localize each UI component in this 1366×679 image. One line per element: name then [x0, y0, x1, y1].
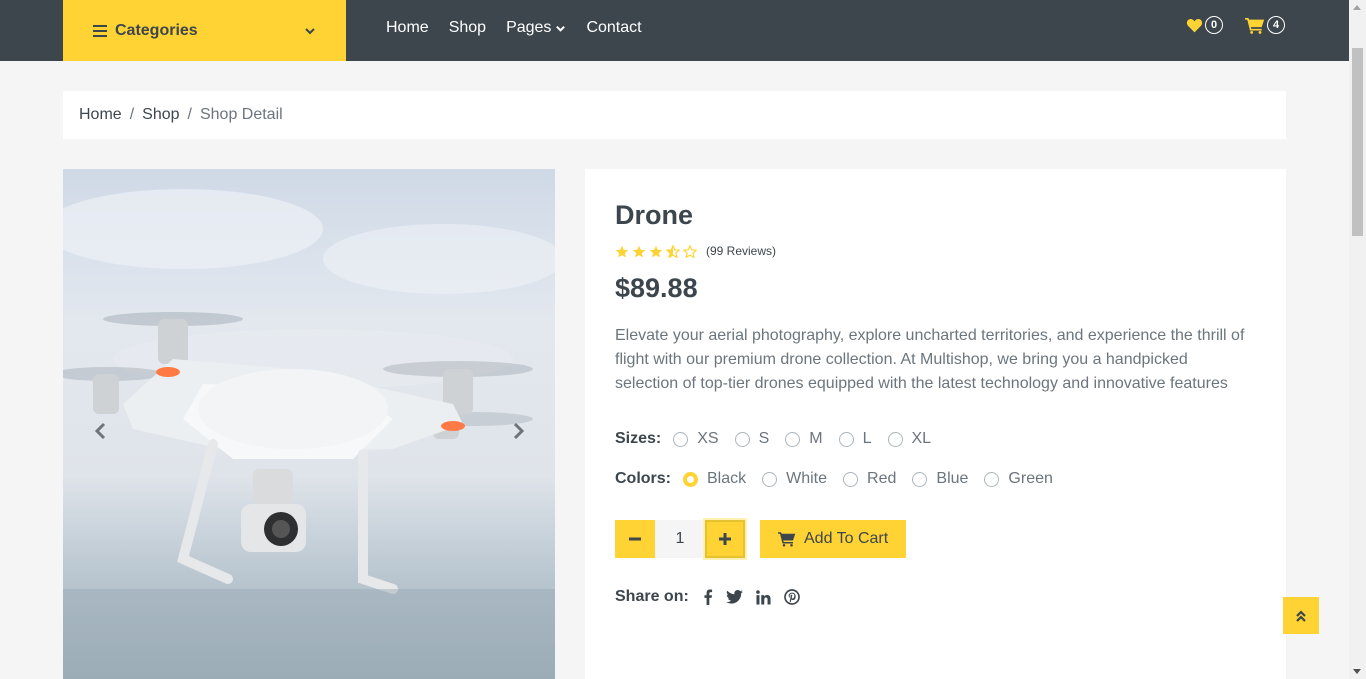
- color-label: Blue: [936, 470, 969, 487]
- shopping-cart-icon: [778, 532, 796, 547]
- product-title: Drone: [615, 200, 694, 230]
- star-half-icon: [666, 244, 680, 258]
- breadcrumb-separator: /: [129, 106, 135, 123]
- colors-row: Colors: Black White Red Blue Green: [615, 459, 1256, 499]
- size-option-l[interactable]: L: [838, 430, 872, 448]
- size-option-xl[interactable]: XL: [887, 430, 932, 448]
- product-details: Drone (99 Reviews) $89.88 Elevate your a…: [585, 169, 1286, 679]
- size-option-s[interactable]: S: [734, 430, 770, 448]
- color-label: Green: [1008, 470, 1053, 487]
- product-price: $89.88: [615, 273, 698, 303]
- back-to-top-button[interactable]: [1283, 597, 1319, 634]
- star-full-icon: [632, 245, 646, 257]
- radio-button[interactable]: [785, 431, 801, 447]
- product-description: Elevate your aerial photography, explore…: [615, 327, 1245, 392]
- size-label: M: [809, 430, 823, 447]
- nav-link-shop[interactable]: Shop: [449, 19, 486, 37]
- star-full-icon: [615, 245, 629, 257]
- quantity-row: Add To Cart: [615, 518, 1256, 560]
- radio-button-checked[interactable]: [683, 471, 698, 487]
- nav-link-home[interactable]: Home: [386, 19, 429, 37]
- linkedin-icon[interactable]: [755, 589, 771, 605]
- wishlist-link[interactable]: 0: [1186, 16, 1223, 34]
- product-rating: (99 Reviews): [615, 244, 1256, 258]
- cart-link[interactable]: 4: [1245, 16, 1285, 34]
- radio-button[interactable]: [843, 471, 859, 487]
- twitter-icon[interactable]: [725, 590, 743, 604]
- color-label: White: [786, 470, 828, 487]
- color-option-red[interactable]: Red: [843, 470, 896, 488]
- radio-button[interactable]: [887, 431, 903, 447]
- size-option-xs[interactable]: XS: [673, 430, 719, 448]
- add-to-cart-button[interactable]: Add To Cart: [760, 520, 907, 558]
- rating-stars: [615, 244, 700, 258]
- chevron-down-icon: [305, 27, 315, 34]
- quantity-decrease-button[interactable]: [615, 520, 655, 558]
- star-full-icon: [649, 245, 663, 257]
- chevron-down-icon: [556, 25, 566, 32]
- color-option-green[interactable]: Green: [984, 470, 1053, 488]
- minus-icon: [629, 537, 641, 541]
- color-label: Red: [867, 470, 897, 487]
- add-to-cart-label: Add To Cart: [804, 530, 889, 547]
- scroll-down-arrow-icon[interactable]: [1353, 669, 1361, 674]
- double-chevron-up-icon: [1296, 609, 1306, 622]
- sizes-row: Sizes: XS S M L XL: [615, 419, 1256, 459]
- radio-button[interactable]: [762, 471, 778, 487]
- radio-button[interactable]: [734, 431, 750, 447]
- quantity-increase-button[interactable]: [703, 518, 747, 560]
- categories-label: Categories: [115, 21, 198, 39]
- product-image-carousel: [63, 169, 555, 679]
- facebook-icon[interactable]: [703, 589, 713, 605]
- navbar: Categories Home Shop Pages Contact 0 4: [0, 0, 1349, 61]
- scrollbar-thumb[interactable]: [1352, 48, 1363, 236]
- menu-bars-icon: [93, 24, 107, 37]
- cart-count-badge: 4: [1267, 16, 1285, 34]
- review-count: (99 Reviews): [706, 244, 777, 258]
- plus-icon: [719, 533, 731, 545]
- share-label: Share on:: [615, 588, 689, 605]
- color-option-blue[interactable]: Blue: [912, 470, 968, 488]
- colors-label: Colors:: [615, 470, 671, 487]
- pinterest-icon[interactable]: [783, 589, 800, 605]
- color-option-black[interactable]: Black: [683, 470, 746, 488]
- carousel-next-icon[interactable]: [508, 421, 528, 441]
- categories-button[interactable]: Categories: [63, 0, 346, 61]
- breadcrumb-separator: /: [187, 106, 192, 123]
- scroll-up-arrow-icon[interactable]: [1353, 5, 1361, 10]
- shopping-cart-icon: [1245, 17, 1265, 34]
- nav-link-pages-label: Pages: [506, 19, 552, 36]
- heart-icon: [1186, 18, 1203, 32]
- breadcrumb-shop[interactable]: Shop: [142, 106, 179, 124]
- nav-link-contact[interactable]: Contact: [586, 19, 641, 37]
- radio-button[interactable]: [984, 471, 1000, 487]
- radio-button[interactable]: [673, 431, 689, 447]
- page-scrollbar[interactable]: [1349, 0, 1366, 679]
- star-empty-icon: [683, 244, 697, 258]
- breadcrumb: Home / Shop / Shop Detail: [63, 91, 1286, 139]
- wishlist-count-badge: 0: [1205, 16, 1223, 34]
- size-label: S: [758, 430, 770, 447]
- nav-link-pages[interactable]: Pages: [506, 19, 566, 37]
- size-label: XS: [697, 430, 719, 447]
- color-option-white[interactable]: White: [762, 470, 827, 488]
- size-label: XL: [911, 430, 932, 447]
- drone-product-image: [63, 189, 555, 679]
- size-option-m[interactable]: M: [785, 430, 823, 448]
- quantity-input[interactable]: [655, 520, 705, 558]
- carousel-prev-icon[interactable]: [91, 421, 111, 441]
- radio-button[interactable]: [838, 431, 854, 447]
- share-row: Share on:: [615, 588, 1256, 606]
- sizes-label: Sizes:: [615, 430, 662, 447]
- color-label: Black: [707, 470, 747, 487]
- breadcrumb-home[interactable]: Home: [79, 106, 122, 124]
- size-label: L: [862, 430, 872, 447]
- breadcrumb-current: Shop Detail: [199, 106, 283, 123]
- radio-button[interactable]: [912, 471, 928, 487]
